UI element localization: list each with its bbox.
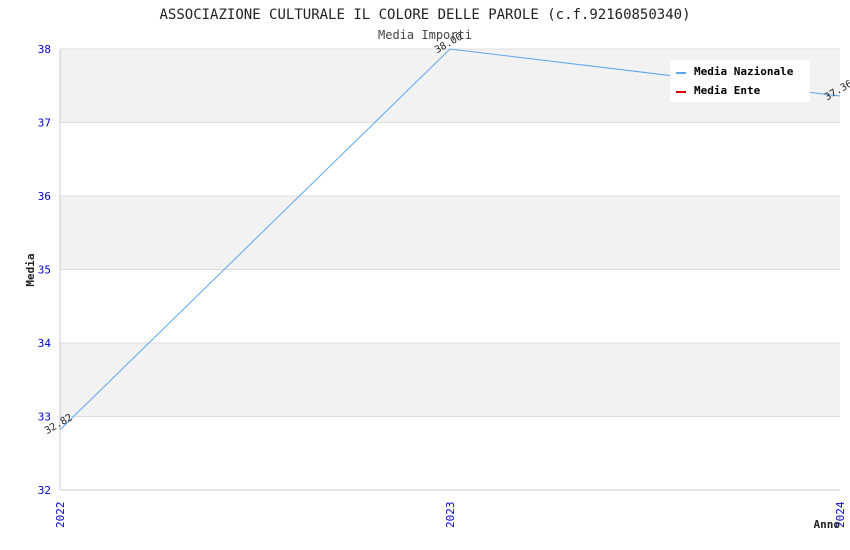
grid-band [60,122,840,196]
x-tick-label: 2023 [444,502,457,529]
grid-band [60,196,840,270]
x-axis-label: Anno [814,518,841,531]
legend-label-media-nazionale: Media Nazionale [694,65,794,78]
chart: ASSOCIAZIONE CULTURALE IL COLORE DELLE P… [24,7,850,531]
chart-title: ASSOCIAZIONE CULTURALE IL COLORE DELLE P… [159,7,690,23]
y-tick-label: 35 [38,264,51,277]
y-tick-label: 38 [38,43,51,56]
y-axis-label: Media [24,253,37,286]
y-tick-label: 33 [38,411,51,424]
y-tick-label: 36 [38,190,51,203]
legend: Media Nazionale Media Ente [670,60,810,102]
x-tick-label: 2022 [54,502,67,529]
x-axis-ticks: 2022 2023 2024 [54,501,847,528]
plot-background [59,48,840,491]
grid-band [60,416,840,490]
y-tick-label: 32 [38,484,51,497]
legend-label-media-ente: Media Ente [694,84,761,97]
grid-band [60,269,840,343]
grid-band [60,343,840,417]
y-tick-label: 37 [38,117,51,130]
y-tick-label: 34 [38,337,52,350]
